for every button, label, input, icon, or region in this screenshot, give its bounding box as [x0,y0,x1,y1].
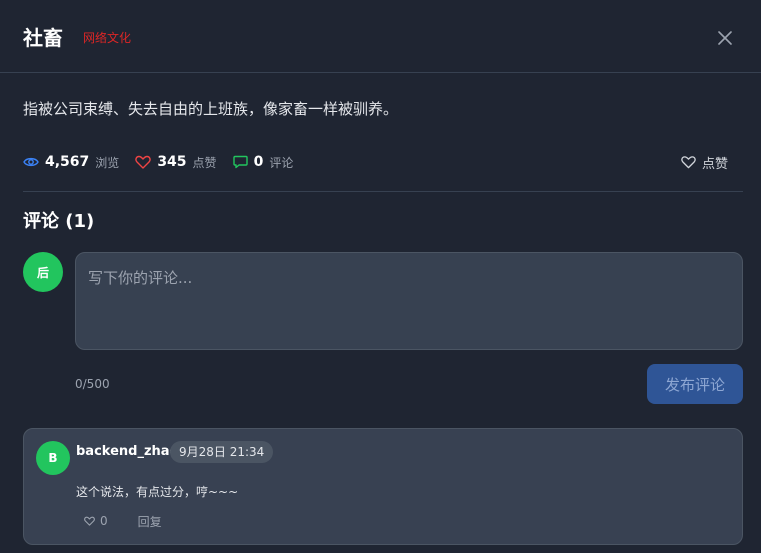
char-counter: 0/500 [75,377,110,391]
comment-timestamp: 9月28日 21:34 [170,441,274,463]
comment-like-button[interactable]: 0 [84,514,108,528]
close-button[interactable] [713,26,737,50]
submit-comment-button[interactable]: 发布评论 [647,364,743,404]
heart-icon [135,155,152,169]
word-detail-modal: 社畜 网络文化 指被公司束缚、失去自由的上班族，像家畜一样被驯养。 4,567 … [0,0,761,553]
close-icon [718,31,732,45]
likes-count: 345 [157,154,187,170]
comments-count: 0 [253,154,264,170]
comment-avatar[interactable]: B [36,441,70,475]
modal-header: 社畜 网络文化 [0,0,761,73]
page-title: 社畜 [23,26,63,50]
comment-reply-button[interactable]: 回复 [138,513,162,530]
comment-card: B backend_zhao 9月28日 21:34 这个说法，有点过分，哼~~… [23,428,743,545]
comment-username[interactable]: backend_zhao [76,444,178,460]
comment-text: 这个说法，有点过分，哼~~~ [76,485,239,499]
heart-outline-icon [84,516,95,526]
comments-title: 评论 (1) [23,211,95,232]
heart-outline-icon [681,156,696,169]
like-button[interactable]: 点赞 [681,151,728,173]
views-stat: 4,567 浏览 [23,154,119,171]
description: 指被公司束缚、失去自由的上班族，像家畜一样被驯养。 [23,100,399,118]
comment-like-count: 0 [100,514,108,528]
stats-bar: 4,567 浏览 345 点赞 0 评论 [23,151,309,173]
divider [23,191,743,192]
comment-icon [232,155,248,169]
comments-stat: 0 评论 [232,154,294,171]
comment-input[interactable] [75,252,743,350]
category-tag[interactable]: 网络文化 [83,30,131,46]
comments-label: 评论 [269,155,294,170]
eye-icon [23,157,39,167]
like-button-label: 点赞 [702,156,729,172]
likes-stat: 345 点赞 [135,154,217,171]
avatar: 后 [23,252,63,292]
comment-actions: 0 回复 [84,513,162,529]
views-label: 浏览 [95,155,120,170]
likes-label: 点赞 [192,155,217,170]
views-count: 4,567 [45,154,90,170]
